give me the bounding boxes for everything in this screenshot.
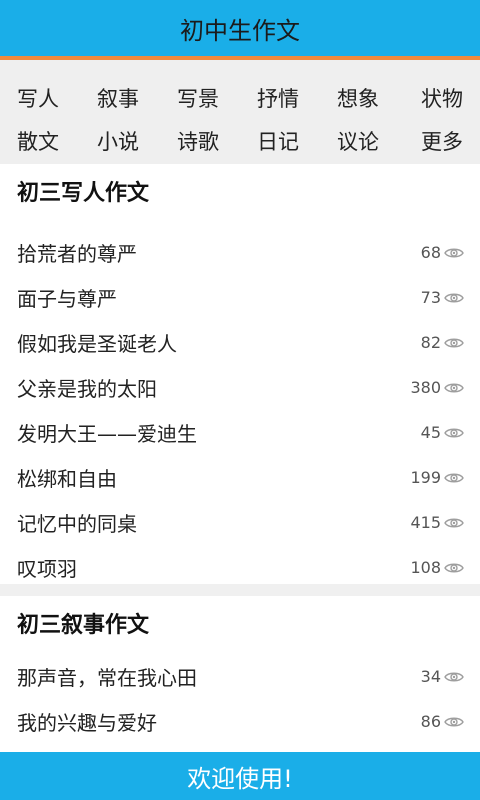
category-portrait[interactable]: 写人 — [0, 83, 80, 113]
section-title: 初三写人作文 — [17, 181, 150, 206]
essay-title: 父亲是我的太阳 — [17, 377, 157, 401]
category-lyric[interactable]: 抒情 — [240, 83, 320, 113]
essay-title: 松绑和自由 — [17, 467, 117, 491]
section-narrative-essays: 初三叙事作文 那声音，常在我心田 34 我的兴趣与爱好 86 — [0, 596, 480, 752]
view-count-value: 86 — [420, 712, 441, 731]
app-header: 初中生作文 — [0, 0, 480, 56]
essay-title: 拾荒者的尊严 — [17, 242, 137, 266]
essay-title: 发明大王——爱迪生 — [17, 422, 197, 446]
category-imagination[interactable]: 想象 — [320, 83, 400, 113]
essay-title: 那声音，常在我心田 — [17, 666, 197, 690]
view-count: 45 — [421, 423, 464, 442]
list-item[interactable]: 那声音，常在我心田 34 — [0, 654, 480, 699]
view-count-value: 199 — [410, 468, 441, 487]
list-item[interactable]: 叹项羽 108 — [0, 545, 480, 590]
list-item[interactable]: 我的兴趣与爱好 86 — [0, 699, 480, 744]
essay-title: 记忆中的同桌 — [17, 512, 137, 536]
category-bar: 写人 叙事 写景 抒情 想象 状物 散文 小说 诗歌 日记 议论 更多 — [0, 60, 480, 164]
list-item[interactable]: 父亲是我的太阳 380 — [0, 365, 480, 410]
eye-icon — [444, 338, 464, 347]
category-prose[interactable]: 散文 — [0, 126, 80, 156]
eye-icon — [444, 473, 464, 482]
category-row-2: 散文 小说 诗歌 日记 议论 更多 — [0, 119, 480, 162]
eye-icon — [444, 717, 464, 726]
category-more[interactable]: 更多 — [400, 126, 480, 156]
eye-icon — [444, 293, 464, 302]
section-portrait-essays: 初三写人作文 拾荒者的尊严 68 面子与尊严 73 假如我是圣诞老人 82 父亲… — [0, 164, 480, 584]
category-narrative[interactable]: 叙事 — [80, 83, 160, 113]
view-count: 82 — [421, 333, 464, 352]
category-diary[interactable]: 日记 — [240, 126, 320, 156]
view-count-value: 108 — [410, 558, 441, 577]
footer-text: 欢迎使用! — [187, 764, 293, 793]
category-scenery[interactable]: 写景 — [160, 83, 240, 113]
view-count: 73 — [421, 288, 464, 307]
view-count-value: 34 — [420, 667, 441, 686]
essay-title: 假如我是圣诞老人 — [17, 332, 177, 356]
view-count-value: 380 — [410, 378, 441, 397]
category-poetry[interactable]: 诗歌 — [160, 126, 240, 156]
view-count-value: 68 — [420, 243, 441, 262]
list-item[interactable]: 记忆中的同桌 415 — [0, 500, 480, 545]
view-count: 199 — [410, 468, 464, 487]
welcome-footer[interactable]: 欢迎使用! — [0, 752, 480, 800]
view-count-value: 73 — [420, 288, 441, 307]
eye-icon — [444, 383, 464, 392]
essay-title: 面子与尊严 — [17, 287, 117, 311]
category-argument[interactable]: 议论 — [320, 126, 400, 156]
eye-icon — [444, 428, 464, 437]
list-item[interactable]: 面子与尊严 73 — [0, 275, 480, 320]
list-item[interactable]: 松绑和自由 199 — [0, 455, 480, 500]
view-count-value: 415 — [410, 513, 441, 532]
eye-icon — [444, 248, 464, 257]
category-fiction[interactable]: 小说 — [80, 126, 160, 156]
view-count-value: 82 — [420, 333, 441, 352]
view-count-value: 45 — [420, 423, 441, 442]
view-count: 380 — [410, 378, 464, 397]
eye-icon — [444, 563, 464, 572]
view-count: 34 — [421, 667, 464, 686]
view-count: 68 — [421, 243, 464, 262]
category-object[interactable]: 状物 — [400, 83, 480, 113]
view-count: 108 — [410, 558, 464, 577]
essay-list: 那声音，常在我心田 34 我的兴趣与爱好 86 — [0, 650, 480, 744]
essay-title: 叹项羽 — [17, 557, 77, 581]
category-row-1: 写人 叙事 写景 抒情 想象 状物 — [0, 76, 480, 119]
essay-list: 拾荒者的尊严 68 面子与尊严 73 假如我是圣诞老人 82 父亲是我的太阳 3… — [0, 218, 480, 590]
view-count: 86 — [421, 712, 464, 731]
essay-title: 我的兴趣与爱好 — [17, 711, 157, 735]
view-count: 415 — [410, 513, 464, 532]
eye-icon — [444, 518, 464, 527]
section-title: 初三叙事作文 — [17, 613, 150, 638]
list-item[interactable]: 拾荒者的尊严 68 — [0, 230, 480, 275]
list-item[interactable]: 发明大王——爱迪生 45 — [0, 410, 480, 455]
eye-icon — [444, 672, 464, 681]
list-item[interactable]: 假如我是圣诞老人 82 — [0, 320, 480, 365]
page-title: 初中生作文 — [180, 16, 300, 45]
